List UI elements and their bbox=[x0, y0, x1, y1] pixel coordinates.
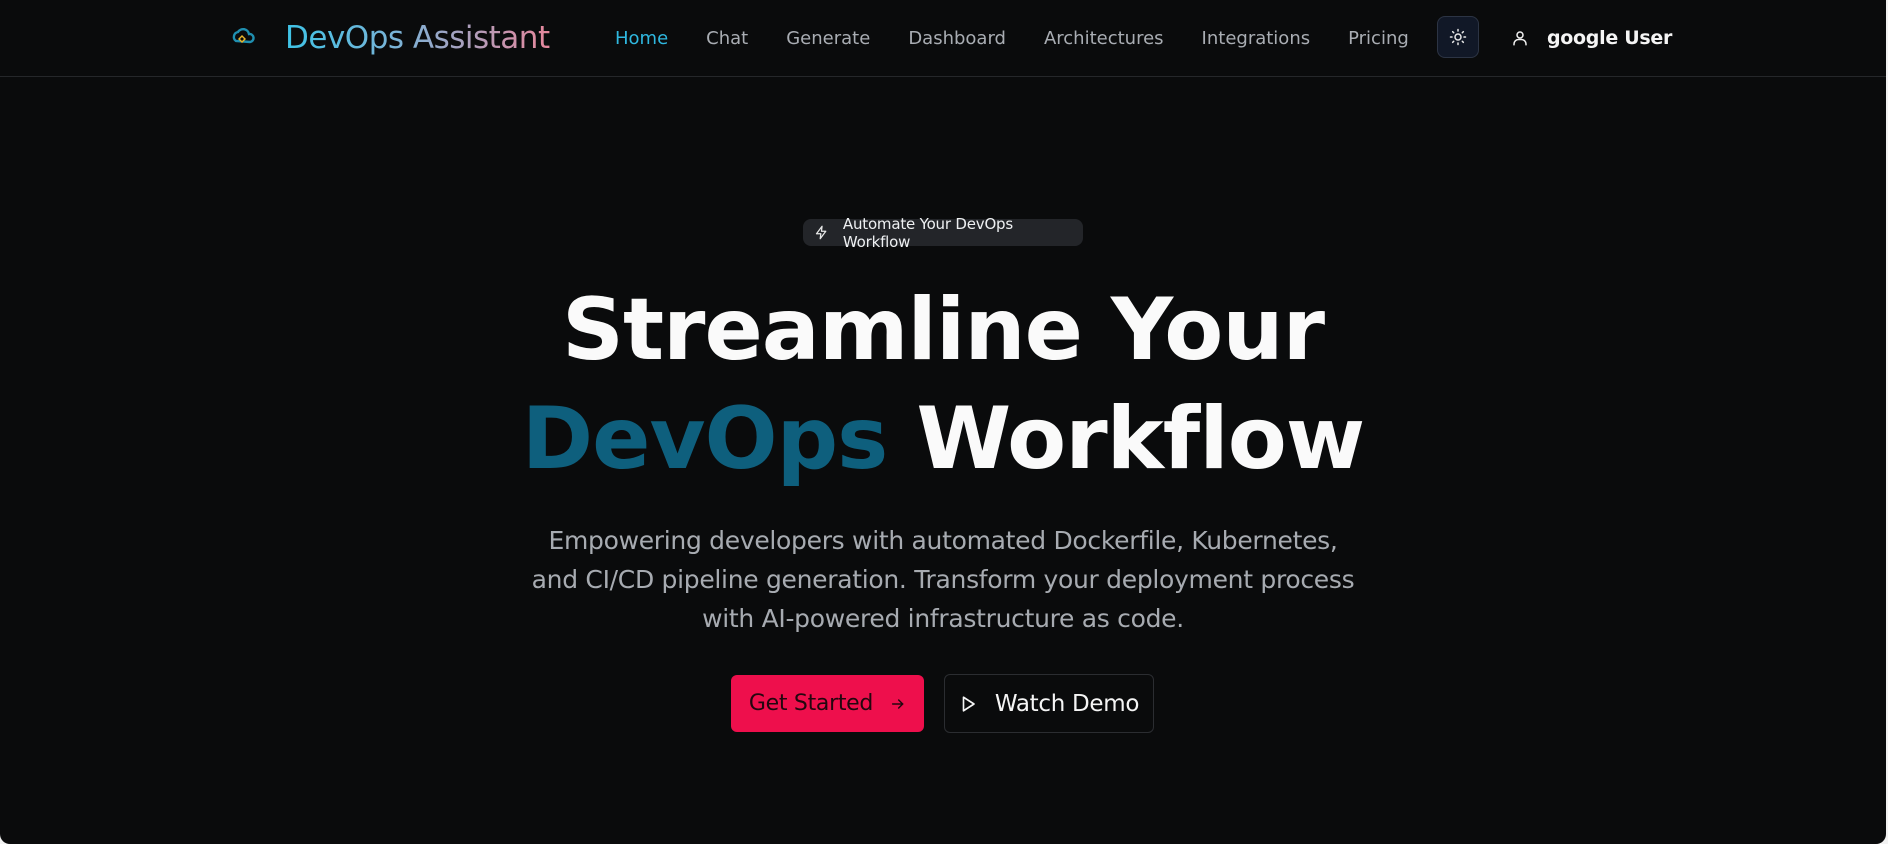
sun-icon bbox=[1449, 28, 1467, 46]
get-started-button[interactable]: Get Started bbox=[731, 675, 924, 732]
landing-page: DevOps Assistant Home Chat Generate Dash… bbox=[0, 0, 1886, 844]
nav-link-architectures[interactable]: Architectures bbox=[1044, 28, 1164, 49]
hero-description: Empowering developers with automated Doc… bbox=[531, 526, 1355, 633]
brand-home-link[interactable]: DevOps Assistant bbox=[228, 18, 550, 58]
play-icon bbox=[962, 695, 975, 712]
nav-link-integrations[interactable]: Integrations bbox=[1202, 28, 1311, 49]
hero-headline-accent: DevOps bbox=[521, 389, 889, 489]
nav-link-home[interactable]: Home bbox=[615, 28, 668, 49]
cloud-devops-logo-icon bbox=[232, 27, 255, 44]
get-started-label: Get Started bbox=[748, 691, 874, 716]
nav-link-dashboard[interactable]: Dashboard bbox=[908, 28, 1006, 49]
user-name: google User bbox=[1547, 27, 1673, 49]
nav-link-pricing[interactable]: Pricing bbox=[1348, 28, 1409, 49]
user-menu[interactable]: google User bbox=[1511, 18, 1672, 58]
lightning-icon bbox=[815, 225, 827, 240]
hero-badge: Automate Your DevOps Workflow bbox=[803, 215, 1083, 251]
brand-name: DevOps Assistant bbox=[285, 20, 550, 56]
nav-link-chat[interactable]: Chat bbox=[706, 28, 748, 49]
play-icon-wrapper bbox=[959, 695, 977, 713]
watch-demo-label: Watch Demo bbox=[994, 690, 1140, 717]
nav-link-generate[interactable]: Generate bbox=[786, 28, 870, 49]
arrow-right-icon bbox=[892, 698, 904, 709]
watch-demo-button[interactable]: Watch Demo bbox=[944, 674, 1154, 733]
hero-headline-rest: Workflow bbox=[916, 389, 1365, 489]
top-nav: DevOps Assistant Home Chat Generate Dash… bbox=[0, 0, 1886, 77]
nav-links: Home Chat Generate Dashboard Architectur… bbox=[615, 0, 1447, 76]
hero-badge-text: Automate Your DevOps Workflow bbox=[842, 214, 1013, 251]
theme-toggle-button[interactable] bbox=[1437, 16, 1479, 58]
hero-headline-line2: DevOps Workflow bbox=[0, 389, 1886, 489]
user-icon bbox=[1513, 31, 1527, 46]
hero-headline-line1: Streamline Your bbox=[562, 280, 1325, 380]
